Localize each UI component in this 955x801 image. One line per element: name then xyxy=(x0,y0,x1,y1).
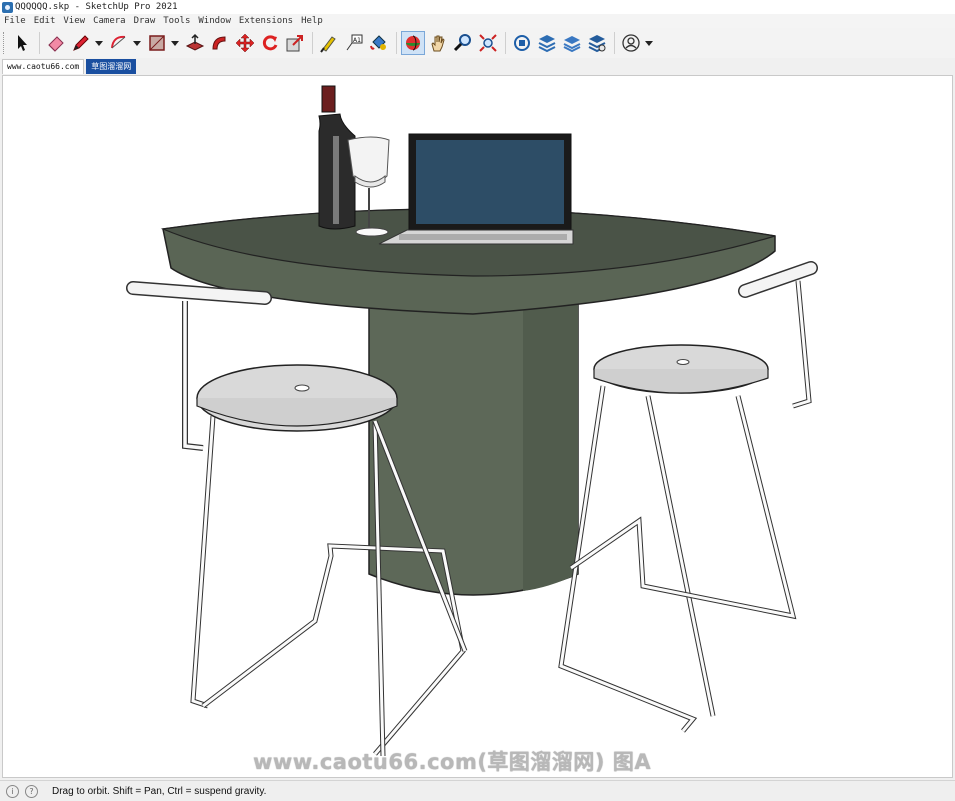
menu-camera[interactable]: Camera xyxy=(89,14,130,28)
toolbar-separator xyxy=(505,32,506,54)
toolbar-grip[interactable] xyxy=(3,32,6,54)
rotate-icon xyxy=(262,35,278,51)
menu-bar: File Edit View Camera Draw Tools Window … xyxy=(0,14,955,28)
zoom-extents-icon xyxy=(479,34,497,52)
rectangle-icon xyxy=(149,35,165,51)
wine-bottle xyxy=(318,85,356,230)
3d-scene xyxy=(126,85,818,757)
menu-draw[interactable]: Draw xyxy=(130,14,160,28)
menu-extensions[interactable]: Extensions xyxy=(235,14,297,28)
warehouse-tool[interactable] xyxy=(510,31,534,55)
rectangle-dropdown[interactable] xyxy=(170,31,180,55)
pencil-tool[interactable] xyxy=(69,31,93,55)
rectangle-tool[interactable] xyxy=(145,31,169,55)
title-bar: QQQQQQ.skp - SketchUp Pro 2021 xyxy=(0,0,955,14)
tab-caotuliuliu[interactable]: 草图溜溜网 xyxy=(86,59,137,74)
menu-edit[interactable]: Edit xyxy=(30,14,60,28)
eraser-tool[interactable] xyxy=(44,31,68,55)
tab-caotu66[interactable]: www.caotu66.com xyxy=(2,59,85,74)
arc-dropdown[interactable] xyxy=(132,31,142,55)
select-tool[interactable] xyxy=(10,31,34,55)
pencil-icon xyxy=(73,35,89,51)
pushpull-icon xyxy=(185,33,205,51)
menu-window[interactable]: Window xyxy=(194,14,235,28)
layers-tool[interactable] xyxy=(560,31,584,55)
menu-tools[interactable]: Tools xyxy=(159,14,194,28)
zoom-extents-tool[interactable] xyxy=(476,31,500,55)
status-bar: i ? Drag to orbit. Shift = Pan, Ctrl = s… xyxy=(0,780,955,801)
svg-text:A1: A1 xyxy=(353,37,361,44)
user-icon xyxy=(622,34,640,52)
account-dropdown[interactable] xyxy=(644,31,654,55)
arrow-icon xyxy=(18,35,27,51)
arc-tool[interactable] xyxy=(107,31,131,55)
drawing-viewport[interactable]: www.caotu66.com(草图溜溜网) 图A xyxy=(2,75,953,778)
zoom-tool[interactable] xyxy=(451,31,475,55)
toolbar-separator xyxy=(396,32,397,54)
paint-bucket-icon xyxy=(370,35,386,50)
extension-warehouse-icon xyxy=(538,35,556,53)
move-tool[interactable] xyxy=(233,31,257,55)
orbit-tool[interactable] xyxy=(401,31,425,55)
watermark-text: www.caotu66.com(草图溜溜网) 图A xyxy=(253,750,652,774)
followme-icon xyxy=(212,36,226,50)
toolbar-separator xyxy=(312,32,313,54)
orbit-icon xyxy=(406,35,420,51)
toolbar-separator xyxy=(39,32,40,54)
menu-file[interactable]: File xyxy=(0,14,30,28)
magnifier-icon xyxy=(453,34,471,52)
tape-tool[interactable] xyxy=(317,31,341,55)
extension-manager-tool[interactable] xyxy=(585,31,609,55)
eraser-icon xyxy=(48,36,64,52)
help-icon[interactable]: ? xyxy=(25,784,38,798)
pencil-dropdown[interactable] xyxy=(94,31,104,55)
pan-tool[interactable] xyxy=(426,31,450,55)
text-tool[interactable]: A1 xyxy=(342,31,366,55)
pushpull-tool[interactable] xyxy=(183,31,207,55)
menu-view[interactable]: View xyxy=(59,14,89,28)
layers-icon xyxy=(563,36,581,53)
move-icon xyxy=(235,33,255,53)
scale-tool[interactable] xyxy=(283,31,307,55)
text-label-icon: A1 xyxy=(346,34,363,51)
3d-warehouse-icon xyxy=(514,35,530,51)
hand-icon xyxy=(431,35,445,52)
stool-right xyxy=(558,261,818,733)
menu-help[interactable]: Help xyxy=(297,14,327,28)
info-icon[interactable]: i xyxy=(6,784,19,798)
extension-manager-icon xyxy=(588,35,606,53)
scene-tabs: www.caotu66.com 草图溜溜网 xyxy=(0,58,955,74)
extension-warehouse-tool[interactable] xyxy=(535,31,559,55)
account-tool[interactable] xyxy=(619,31,643,55)
sketchup-logo-icon xyxy=(2,1,13,13)
rotate-tool[interactable] xyxy=(258,31,282,55)
tape-measure-icon xyxy=(320,36,336,53)
paint-tool[interactable] xyxy=(367,31,391,55)
scale-icon xyxy=(286,35,303,52)
toolbar-separator xyxy=(614,32,615,54)
window-title: QQQQQQ.skp - SketchUp Pro 2021 xyxy=(15,2,178,12)
status-message: Drag to orbit. Shift = Pan, Ctrl = suspe… xyxy=(52,785,267,797)
main-toolbar: A1 xyxy=(0,28,955,59)
arc-icon xyxy=(111,35,126,49)
followme-tool[interactable] xyxy=(208,31,232,55)
